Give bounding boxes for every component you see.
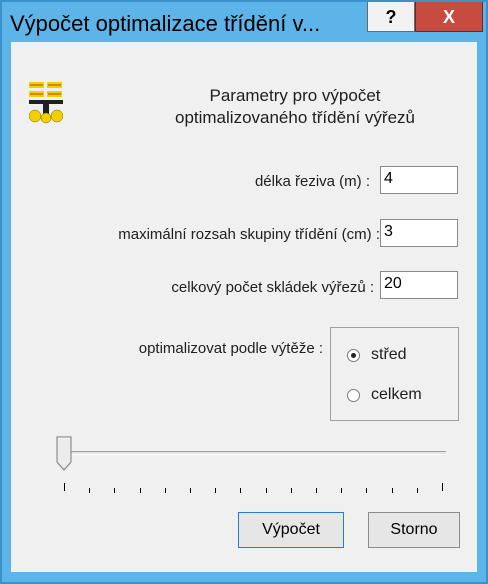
slider-tick [114, 488, 116, 493]
slider-tick [316, 488, 317, 493]
slider-tick [366, 488, 368, 493]
slider-tick [240, 488, 242, 493]
count-label: celkový počet skládek výřezů : [171, 279, 374, 296]
sorting-logo-icon [29, 82, 63, 124]
close-button[interactable]: X [415, 2, 483, 32]
slider-tick [64, 483, 65, 491]
radio-option-celkem[interactable]: celkem [341, 385, 451, 407]
slider-tick [89, 488, 91, 493]
length-input[interactable]: 4 [380, 166, 458, 194]
optimize-label: optimalizovat podle výtěže : [138, 340, 323, 357]
slider-tick [265, 488, 267, 493]
radio-button-stred[interactable] [347, 349, 360, 362]
cancel-button[interactable]: Storno [368, 512, 460, 548]
range-input[interactable]: 3 [380, 219, 458, 247]
slider-thumb-icon[interactable] [56, 436, 72, 472]
window-title: Výpočet optimalizace třídění v... [10, 11, 321, 36]
radio-option-stred[interactable]: střed [341, 345, 451, 367]
slider-tick [416, 488, 418, 493]
slider-track[interactable] [62, 451, 446, 455]
radio-button-celkem[interactable] [347, 389, 360, 402]
calculate-button[interactable]: Výpočet [238, 512, 344, 548]
slider-tick [290, 488, 292, 493]
slider-tick [391, 488, 393, 493]
slider-tick [442, 483, 443, 491]
range-label: maximální rozsah skupiny třídění (cm) : [118, 226, 380, 243]
parameters-heading: Parametry pro výpočet optimalizovaného t… [120, 85, 470, 129]
count-input[interactable]: 20 [380, 271, 458, 299]
help-button[interactable]: ? [367, 2, 415, 32]
title-bar[interactable]: Výpočet optimalizace třídění v... ? X [2, 2, 486, 42]
slider-tick [190, 488, 191, 493]
slider-tick [215, 488, 217, 493]
radio-label-stred: střed [371, 346, 407, 363]
heading-line-1: Parametry pro výpočet [209, 86, 381, 105]
slider-tick [139, 488, 141, 493]
slider-tick [164, 488, 166, 493]
radio-label-celkem: celkem [371, 386, 422, 403]
slider-tick [341, 488, 343, 493]
length-label: délka řeziva (m) : [254, 173, 370, 190]
heading-line-2: optimalizovaného třídění výřezů [174, 108, 416, 127]
